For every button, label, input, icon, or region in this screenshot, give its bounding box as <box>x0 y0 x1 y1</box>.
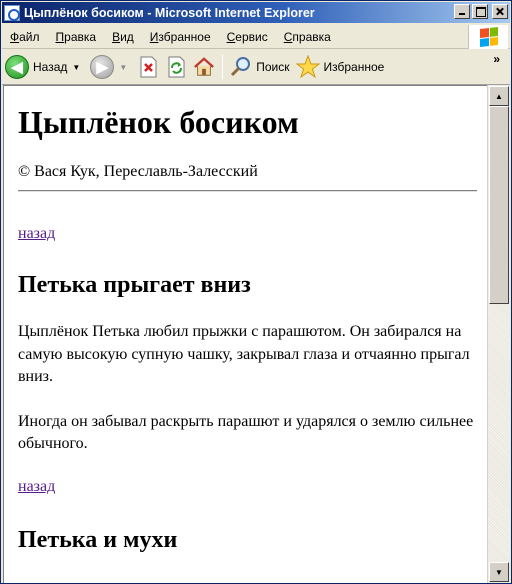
home-button[interactable] <box>193 55 215 79</box>
favorites-label: Избранное <box>323 60 385 74</box>
back-arrow-icon: ◀ <box>5 55 29 79</box>
forward-dropdown-icon[interactable]: ▼ <box>119 63 127 72</box>
forward-arrow-icon: ▶ <box>90 55 115 79</box>
browser-window: Цыплёнок босиком - Microsoft Internet Ex… <box>0 0 512 584</box>
section-heading: Петька прыгает вниз <box>18 271 251 298</box>
search-label: Поиск <box>256 60 290 74</box>
forward-button[interactable]: ▶ ▼ <box>87 52 134 82</box>
page-title: Цыплёнок босиком <box>18 104 299 140</box>
refresh-icon <box>168 56 185 78</box>
back-label: Назад <box>33 60 68 74</box>
refresh-button[interactable] <box>165 55 187 79</box>
window-title: Цыплёнок босиком - Microsoft Internet Ex… <box>24 5 315 20</box>
menu-edit[interactable]: Правка <box>48 30 105 44</box>
maximize-button[interactable] <box>472 4 488 19</box>
favorites-button[interactable]: Избранное <box>293 52 388 82</box>
toolbar-overflow-chevron[interactable]: » <box>493 52 500 66</box>
paragraph: Иногда он забывал раскрыть парашют и уда… <box>18 412 474 452</box>
menu-view[interactable]: Вид <box>104 30 142 44</box>
page-byline: © Вася Кук, Переславль-Залесский <box>18 162 258 180</box>
title-bar[interactable]: Цыплёнок босиком - Microsoft Internet Ex… <box>2 2 510 23</box>
menu-tools[interactable]: Сервис <box>219 30 276 44</box>
back-dropdown-icon[interactable]: ▼ <box>72 63 80 72</box>
scroll-up-button[interactable]: ▲ <box>489 86 509 106</box>
stop-button[interactable] <box>137 55 159 79</box>
stop-icon <box>140 56 157 78</box>
home-icon <box>194 57 215 76</box>
favorites-star-icon <box>295 55 320 79</box>
toolbar-separator <box>222 55 224 79</box>
back-link[interactable]: назад <box>18 478 55 496</box>
menu-file[interactable]: Файл <box>2 30 48 44</box>
vertical-scrollbar[interactable]: ▲ ▼ <box>487 85 510 583</box>
paragraph: Цыплёнок Петька любил прыжки с парашютом… <box>18 323 470 386</box>
minimize-button[interactable] <box>454 4 470 19</box>
menu-bar: Файл Правка Вид Избранное Сервис Справка <box>2 25 510 49</box>
divider <box>18 189 477 192</box>
close-button[interactable] <box>492 4 508 19</box>
windows-logo-icon <box>468 25 508 49</box>
window-controls <box>454 4 508 19</box>
menu-favorites[interactable]: Избранное <box>142 30 219 44</box>
page-body: Цыплёнок босиком © Вася Кук, Переславль-… <box>4 104 487 555</box>
standard-toolbar: ◀ Назад ▼ ▶ ▼ Поиск Избранное » <box>2 50 510 85</box>
search-icon <box>231 57 251 77</box>
page-viewport[interactable]: Цыплёнок босиком © Вася Кук, Переславль-… <box>3 85 487 583</box>
ie-icon <box>4 4 20 21</box>
section-heading: Петька и мухи <box>18 527 178 554</box>
search-button[interactable]: Поиск <box>227 52 292 82</box>
back-button[interactable]: ◀ Назад ▼ <box>2 52 87 82</box>
back-link[interactable]: назад <box>18 225 55 243</box>
scroll-thumb[interactable] <box>489 106 509 304</box>
menu-help[interactable]: Справка <box>276 30 339 44</box>
scroll-down-button[interactable]: ▼ <box>489 562 509 582</box>
